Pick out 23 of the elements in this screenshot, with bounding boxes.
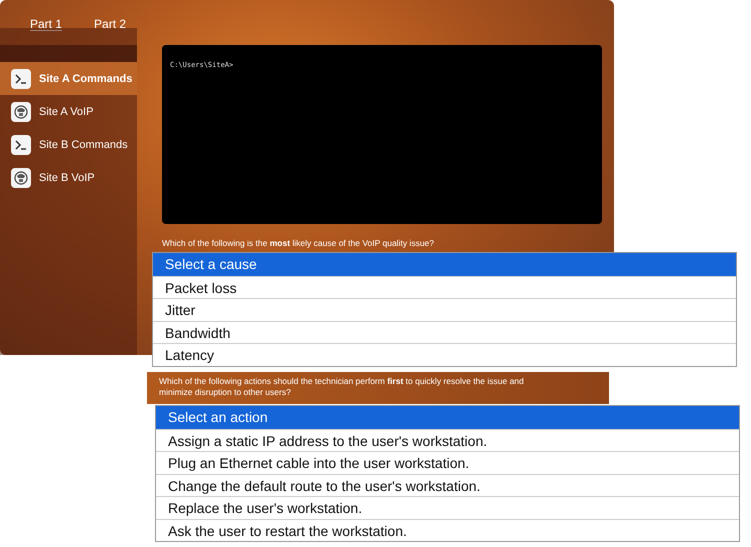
sidebar-item[interactable]: Site A VoIP [0, 95, 137, 128]
dropdown-option[interactable]: Packet loss [153, 276, 736, 298]
dropdown-option[interactable]: Latency [153, 343, 736, 366]
dropdown-option[interactable]: Jitter [153, 298, 736, 320]
part-tab[interactable]: Part 1 [30, 17, 62, 31]
phone-icon [11, 102, 31, 122]
dropdown-option[interactable]: Assign a static IP address to the user's workstation. [156, 428, 739, 451]
dropdown-option[interactable]: Replace the user's workstation. [156, 496, 739, 518]
dropdown-option[interactable]: Select a cause [153, 253, 736, 276]
dropdown-option[interactable]: Plug an Ethernet cable into the user workstation. [156, 451, 739, 474]
part-tab[interactable]: Part 2 [94, 17, 126, 31]
dropdown-option[interactable]: Select an action [156, 406, 739, 428]
dropdown-option[interactable]: Bandwidth [153, 320, 736, 343]
terminal-icon [11, 68, 31, 88]
question-text: Which of the following is the most likely cause of the VoIP quality issue? [162, 238, 436, 249]
terminal-icon [11, 134, 31, 154]
dropdown-option[interactable]: Ask the user to restart the workstation. [156, 518, 739, 541]
sidebar-item[interactable]: Site B Commands [0, 128, 137, 161]
dropdown-option[interactable]: Change the default route to the user's workstation. [156, 474, 739, 496]
question-text: Which of the following actions should the technician perform first to quickly resolve the issue and minimize disruption to other users? [159, 376, 525, 398]
sidebar-item[interactable]: Site A Commands [0, 62, 137, 95]
phone-icon [11, 168, 31, 188]
sidebar-item[interactable]: Site B VoIP [0, 161, 137, 194]
